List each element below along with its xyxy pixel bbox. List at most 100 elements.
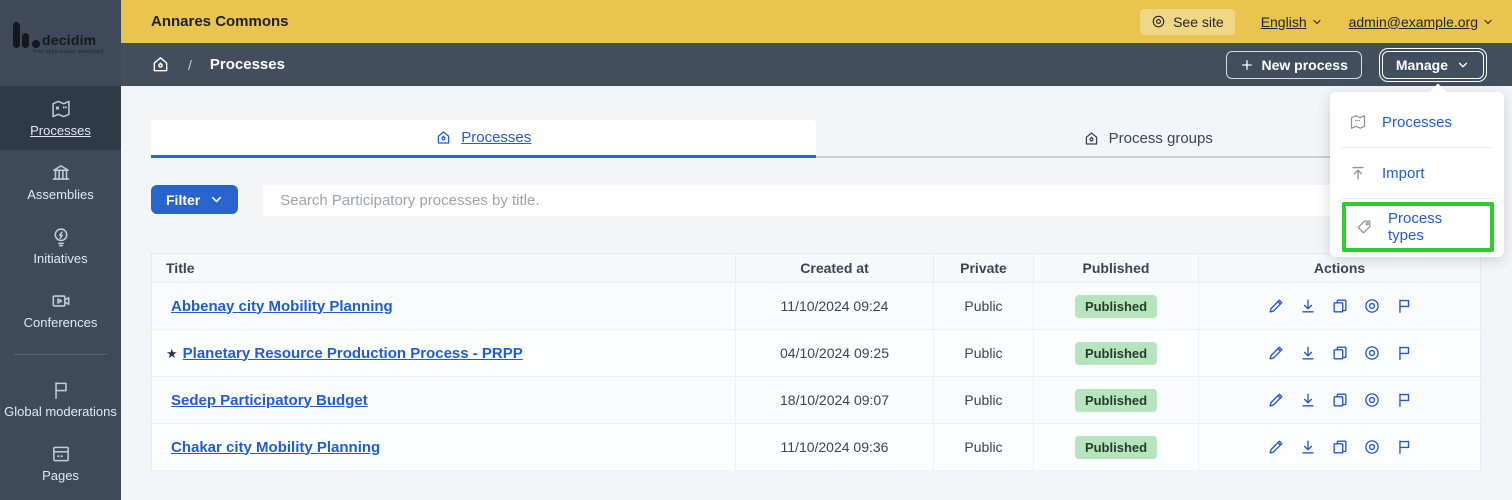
sidebar-item-global-moderations[interactable]: Global moderations [0, 367, 121, 431]
processes-table: Title Created at Private Published Actio… [151, 253, 1481, 471]
tag-icon [1357, 220, 1371, 234]
video-icon [52, 295, 69, 307]
preview-icon[interactable] [1363, 344, 1381, 362]
chevron-down-icon [212, 196, 222, 203]
edit-icon[interactable] [1267, 344, 1285, 362]
eye-icon [1152, 15, 1165, 28]
annotation-highlight-box: Process types [1342, 202, 1494, 252]
tab-processes[interactable]: Processes [151, 120, 816, 158]
table-row: ★ Planetary Resource Production Process -… [151, 329, 1481, 377]
process-title-link[interactable]: Sedep Participatory Budget [171, 392, 368, 409]
sidebar-item-label: Processes [30, 123, 91, 138]
highlighted-star: ★ [166, 345, 178, 361]
column-header-title: Title [151, 253, 736, 283]
duplicate-icon[interactable] [1331, 297, 1349, 315]
breadcrumb-separator: / [188, 56, 192, 73]
language-label: English [1260, 13, 1307, 30]
preview-icon[interactable] [1363, 438, 1381, 456]
row-actions [1199, 344, 1480, 362]
filter-button[interactable]: Filter [151, 185, 239, 214]
published-badge: Published [1074, 341, 1158, 365]
sidebar-item-pages[interactable]: Pages [0, 431, 121, 495]
column-header-actions: Actions [1198, 253, 1481, 283]
logo-text: decidim [42, 32, 97, 48]
row-actions [1199, 297, 1480, 315]
duplicate-icon[interactable] [1331, 438, 1349, 456]
process-space-icon [437, 131, 450, 144]
process-title-link[interactable]: Abbenay city Mobility Planning [171, 298, 393, 315]
moderate-icon[interactable] [1395, 344, 1413, 362]
export-icon[interactable] [1299, 344, 1317, 362]
home-icon[interactable] [151, 55, 170, 74]
export-icon[interactable] [1299, 391, 1317, 409]
account-email: admin@example.org [1348, 13, 1478, 30]
bank-icon [52, 165, 69, 180]
tab-label: Processes [461, 129, 532, 146]
menu-item-processes[interactable]: Processes [1330, 97, 1504, 147]
flag-icon [54, 382, 67, 400]
upload-icon [1352, 166, 1364, 180]
new-process-button[interactable]: New process [1225, 50, 1362, 79]
created-at-cell: 11/10/2024 09:36 [735, 423, 934, 471]
row-actions [1199, 391, 1480, 409]
tab-label: Process groups [1108, 129, 1213, 147]
export-icon[interactable] [1299, 438, 1317, 456]
table-row: Sedep Participatory Budget 18/10/2024 09… [151, 376, 1481, 424]
decidim-logo[interactable]: decidim Free open-source democracy [0, 0, 121, 86]
account-menu[interactable]: admin@example.org [1349, 14, 1494, 30]
see-site-button[interactable]: See site [1140, 8, 1235, 35]
process-title-link[interactable]: Planetary Resource Production Process - … [183, 345, 523, 362]
new-process-label: New process [1261, 56, 1348, 73]
private-cell: Public [933, 376, 1034, 424]
map-icon [1350, 115, 1366, 129]
sidebar-item-label: Global moderations [4, 404, 117, 419]
duplicate-icon[interactable] [1331, 391, 1349, 409]
top-bar: Annares Commons See site English admin@e… [121, 0, 1512, 43]
sidebar-item-conferences[interactable]: Conferences [0, 278, 121, 342]
column-header-private: Private [933, 253, 1034, 283]
menu-item-label: Processes [1382, 113, 1453, 131]
preview-icon[interactable] [1363, 391, 1381, 409]
row-actions [1199, 438, 1480, 456]
moderate-icon[interactable] [1395, 438, 1413, 456]
moderate-icon[interactable] [1395, 391, 1413, 409]
sidebar-item-initiatives[interactable]: Initiatives [0, 214, 121, 278]
private-cell: Public [933, 423, 1034, 471]
sidebar-item-assemblies[interactable]: Assemblies [0, 150, 121, 214]
see-site-label: See site [1173, 13, 1224, 30]
edit-icon[interactable] [1267, 297, 1285, 315]
logo-tagline: Free open-source democracy [33, 49, 104, 55]
menu-item-process-types[interactable]: Process types [1346, 206, 1490, 248]
page-icon [52, 446, 69, 462]
space-tabs: Processes Process groups [151, 120, 1480, 158]
main-content: Processes Process groups Filter Title Cr… [121, 86, 1512, 500]
menu-item-import[interactable]: Import [1330, 148, 1504, 198]
lightbulb-icon [54, 228, 67, 247]
moderate-icon[interactable] [1395, 297, 1413, 315]
filter-row: Filter [151, 185, 1480, 216]
process-group-space-icon [1085, 131, 1097, 145]
breadcrumb-current: Processes [209, 56, 285, 73]
menu-divider [1342, 198, 1492, 199]
filter-label: Filter [166, 191, 201, 208]
column-header-published: Published [1033, 253, 1199, 283]
organization-name: Annares Commons [151, 13, 289, 30]
search-input[interactable] [263, 185, 1480, 216]
edit-icon[interactable] [1267, 438, 1285, 456]
edit-icon[interactable] [1267, 391, 1285, 409]
table-row: Abbenay city Mobility Planning 11/10/202… [151, 282, 1481, 330]
admin-sidebar: decidim Free open-source democracy Proce… [0, 0, 121, 500]
manage-label: Manage [1395, 56, 1448, 73]
manage-button[interactable]: Manage [1378, 47, 1488, 82]
created-at-cell: 11/10/2024 09:24 [735, 282, 934, 330]
process-title-link[interactable]: Chakar city Mobility Planning [171, 439, 380, 456]
sidebar-item-processes[interactable]: Processes [0, 86, 121, 150]
published-badge: Published [1074, 435, 1158, 459]
language-selector[interactable]: English [1261, 14, 1323, 30]
preview-icon[interactable] [1363, 297, 1381, 315]
sidebar-item-label: Pages [42, 468, 79, 483]
export-icon[interactable] [1299, 297, 1317, 315]
chevron-down-icon [1313, 19, 1321, 24]
map-icon [51, 100, 70, 118]
duplicate-icon[interactable] [1331, 344, 1349, 362]
